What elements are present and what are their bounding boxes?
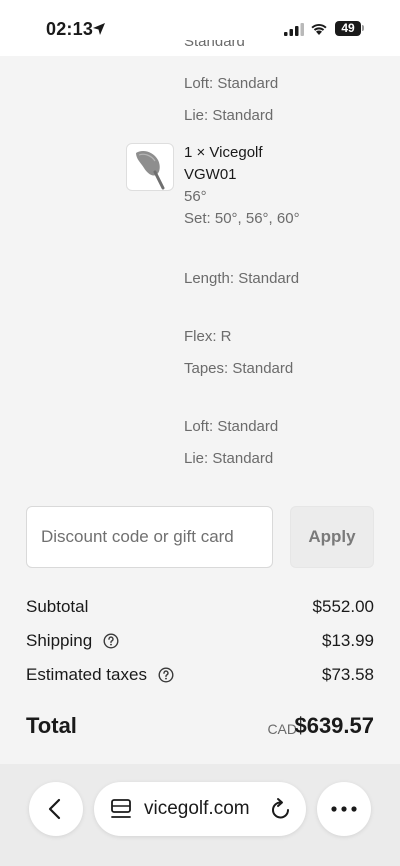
taxes-help-icon[interactable] bbox=[158, 667, 174, 683]
address-bar[interactable]: vicegolf.com bbox=[94, 782, 306, 836]
more-options-button[interactable] bbox=[317, 782, 371, 836]
product-tapes: Tapes: Standard bbox=[184, 360, 294, 377]
chevron-left-icon bbox=[48, 798, 61, 820]
subtotal-label: Subtotal bbox=[26, 597, 89, 616]
product-name: 1 × Vicegolf VGW01 bbox=[184, 144, 263, 183]
taxes-value: $73.58 bbox=[322, 665, 374, 684]
wifi-icon bbox=[311, 23, 327, 35]
taxes-row-label: Estimated taxes bbox=[26, 665, 174, 685]
prev-item-loft: Loft: Standard bbox=[184, 75, 279, 92]
apply-button[interactable]: Apply bbox=[290, 506, 374, 568]
product-lie: Lie: Standard bbox=[184, 450, 274, 467]
total-value: $639.57 bbox=[294, 713, 374, 738]
shipping-help-icon[interactable] bbox=[103, 633, 119, 649]
discount-code-input[interactable] bbox=[26, 506, 273, 568]
product-length: Length: Standard bbox=[184, 270, 300, 287]
url-text: vicegolf.com bbox=[144, 798, 250, 819]
subtotal-value: $552.00 bbox=[312, 597, 374, 616]
shipping-label: Shipping bbox=[26, 631, 93, 650]
taxes-label: Estimated taxes bbox=[26, 665, 147, 684]
tabs-icon bbox=[111, 799, 131, 818]
battery-indicator: 49 bbox=[335, 21, 361, 36]
golf-wedge-image bbox=[136, 151, 165, 190]
product-variant: 56° bbox=[184, 188, 207, 205]
more-horizontal-icon bbox=[331, 806, 357, 812]
prev-item-clipped-attr: Standard bbox=[184, 40, 245, 50]
product-set: Set: 50°, 56°, 60° bbox=[184, 210, 300, 227]
back-button[interactable] bbox=[29, 782, 83, 836]
total-label: Total bbox=[26, 713, 77, 738]
status-time: 02:13 bbox=[46, 19, 94, 39]
location-arrow-icon bbox=[93, 23, 105, 35]
battery-tip bbox=[362, 25, 364, 31]
total-currency: CAD bbox=[267, 721, 297, 737]
prev-item-lie: Lie: Standard bbox=[184, 107, 274, 124]
product-loft: Loft: Standard bbox=[184, 418, 279, 435]
product-flex: Flex: R bbox=[184, 328, 232, 345]
cellular-signal-icon bbox=[284, 23, 304, 36]
shipping-row-label: Shipping bbox=[26, 631, 119, 651]
shipping-value: $13.99 bbox=[322, 631, 374, 650]
product-thumbnail bbox=[126, 143, 174, 191]
reload-icon[interactable] bbox=[270, 797, 292, 821]
